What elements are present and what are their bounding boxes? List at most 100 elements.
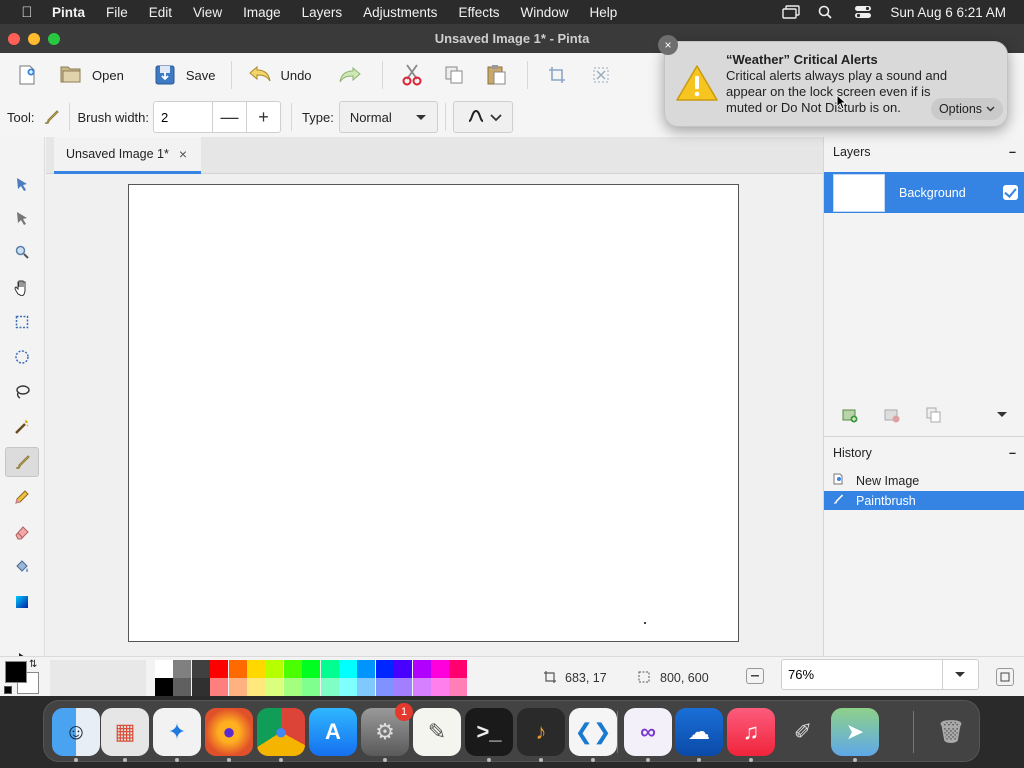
ellipse-select-tool[interactable] [5,342,39,372]
palette-swatch[interactable] [357,660,376,678]
image-canvas[interactable] [128,184,739,642]
layer-menu-button[interactable] [992,405,1012,425]
palette-swatch[interactable] [155,660,173,678]
move-selection-tool[interactable] [5,203,39,233]
palette-swatch[interactable] [191,660,210,678]
palette-swatch[interactable] [228,678,247,696]
open-button[interactable]: Open [54,58,130,92]
paste-button[interactable] [481,61,511,89]
control-center-icon[interactable] [854,5,872,19]
duplicate-layer-button[interactable] [924,405,944,425]
delete-layer-button[interactable] [882,405,902,425]
menu-window[interactable]: Window [520,5,568,20]
pencil-tool[interactable] [5,482,39,512]
apple-menu-icon[interactable]:  [18,4,36,21]
menu-effects[interactable]: Effects [458,5,499,20]
close-window-button[interactable] [8,33,20,45]
undo-button[interactable]: Undo [242,58,317,92]
palette-swatch[interactable] [431,660,449,678]
collapse-history-button[interactable]: – [1009,446,1016,460]
finder-icon[interactable]: ☺ [52,708,100,756]
palette-swatch[interactable] [302,678,321,696]
menu-edit[interactable]: Edit [149,5,172,20]
music-icon[interactable]: ♫ [727,708,775,756]
zoom-window-button[interactable] [48,33,60,45]
magic-wand-tool[interactable] [5,412,39,442]
palette-swatch[interactable] [375,660,394,678]
palette-swatch[interactable] [302,660,321,678]
zoom-dropdown-button[interactable] [942,660,976,689]
document-tab[interactable]: Unsaved Image 1* × [54,137,201,174]
swap-colors-icon[interactable]: ⇅ [29,659,37,670]
chrome-icon[interactable]: ● [257,708,305,756]
copy-button[interactable] [439,61,469,89]
palette-swatch[interactable] [283,660,302,678]
rectangle-select-tool[interactable] [5,307,39,337]
palette-swatch[interactable] [394,660,413,678]
palette-swatch[interactable] [394,678,413,696]
palette-swatch[interactable] [412,660,431,678]
menu-clock[interactable]: Sun Aug 6 6:21 AM [890,5,1006,20]
reset-colors-icon[interactable] [4,686,12,694]
pinta-icon[interactable]: ✐ [779,708,827,756]
move-selected-tool[interactable] [5,169,39,199]
eraser-tool[interactable] [5,517,39,547]
brush-width-input[interactable] [154,102,213,132]
menu-app-name[interactable]: Pinta [52,5,85,20]
palette-swatch[interactable] [320,660,339,678]
gradient-tool[interactable] [5,587,39,617]
paintbrush-tool[interactable] [5,447,39,477]
minimize-window-button[interactable] [28,33,40,45]
history-item-new-image[interactable]: New Image [824,471,1024,490]
zoom-tool[interactable] [5,237,39,267]
terminal-icon[interactable]: >_ [465,708,513,756]
history-item-paintbrush[interactable]: Paintbrush [824,491,1024,510]
palette-swatch[interactable] [449,660,468,678]
layer-item-background[interactable]: Background [824,172,1024,213]
collapse-layers-button[interactable]: – [1009,145,1016,159]
layer-visibility-checkbox[interactable] [1003,185,1018,200]
palette-swatch[interactable] [247,678,265,696]
zoom-input[interactable] [782,667,942,682]
launchpad-icon[interactable]: ▦ [101,708,149,756]
trash-icon[interactable]: 🗑 [927,708,975,756]
palette-swatch[interactable] [228,660,247,678]
safari-icon[interactable]: ✦ [153,708,201,756]
redo-button[interactable] [336,61,364,89]
lasso-select-tool[interactable] [5,377,39,407]
palette-swatch[interactable] [357,678,376,696]
maps-icon[interactable]: ➤ [831,708,879,756]
notification-banner[interactable]: × “Weather” Critical Alerts Critical ale… [658,35,1008,127]
spotlight-search-icon[interactable] [818,5,836,19]
palette-swatch[interactable] [339,678,357,696]
brush-width-increase-button[interactable]: + [246,102,280,132]
menu-file[interactable]: File [106,5,128,20]
palette-swatch[interactable] [449,678,468,696]
firefox-icon[interactable]: ● [205,708,253,756]
brush-type-dropdown[interactable]: Normal [338,101,438,133]
palette-swatch[interactable] [210,660,229,678]
vscode-icon[interactable]: ❮❯ [569,708,617,756]
menu-layers[interactable]: Layers [302,5,343,20]
onedrive-icon[interactable]: ☁ [675,708,723,756]
save-button[interactable]: Save [148,58,222,92]
palette-swatch[interactable] [431,678,449,696]
palette-swatch[interactable] [265,660,284,678]
palette-swatch[interactable] [339,660,357,678]
add-layer-button[interactable] [840,405,860,425]
palette-swatch[interactable] [173,660,192,678]
close-notification-button[interactable]: × [658,35,678,55]
zoom-out-button[interactable] [746,668,764,684]
primary-color-swatch[interactable] [5,661,27,683]
palette-swatch[interactable] [320,678,339,696]
app-store-icon[interactable]: A [309,708,357,756]
brush-width-decrease-button[interactable]: — [212,102,246,132]
menu-view[interactable]: View [193,5,222,20]
garageband-icon[interactable]: ♪ [517,708,565,756]
close-tab-icon[interactable]: × [179,146,187,162]
palette-swatch[interactable] [155,678,173,696]
palette-swatch[interactable] [191,678,210,696]
palette-swatch[interactable] [247,660,265,678]
zoom-fit-button[interactable] [996,668,1014,686]
crop-to-selection-button[interactable] [542,61,572,89]
